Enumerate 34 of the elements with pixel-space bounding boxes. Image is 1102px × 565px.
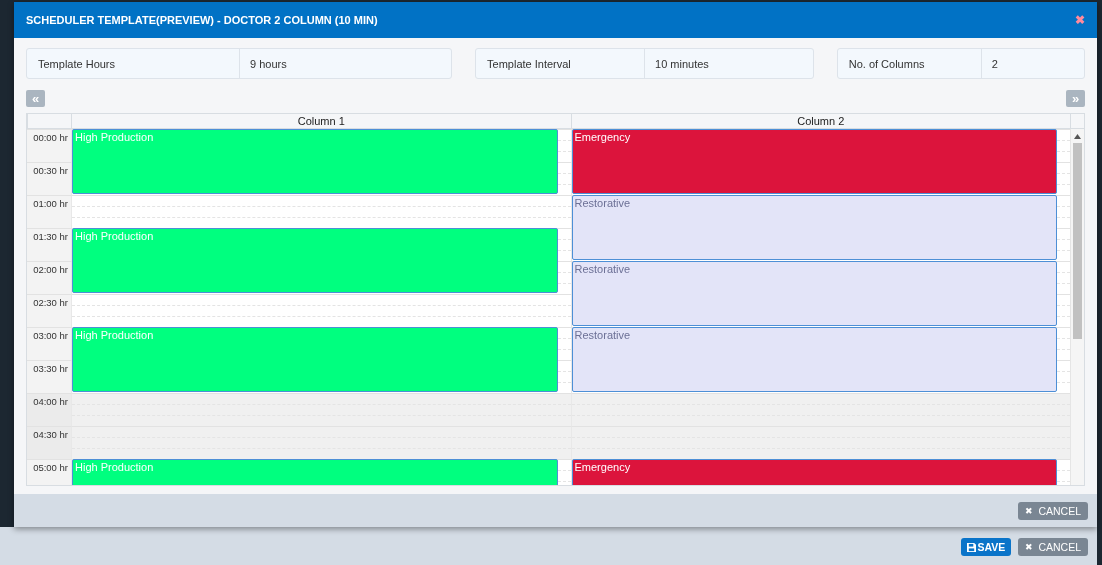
close-button[interactable]: ✖ bbox=[1075, 13, 1085, 27]
info-value: 10 minutes bbox=[654, 56, 710, 72]
appointment-block[interactable]: Restorative bbox=[571, 195, 1057, 260]
info-value: 2 bbox=[990, 56, 999, 72]
cancel-button[interactable]: ✖ CANCEL bbox=[1018, 538, 1088, 556]
appointment-block[interactable]: Restorative bbox=[571, 261, 1057, 326]
info-label: No. of Columns bbox=[837, 49, 982, 78]
save-button[interactable]: SAVE bbox=[960, 538, 1012, 556]
appointment-block[interactable]: Restorative bbox=[571, 327, 1057, 392]
next-button[interactable]: » bbox=[1066, 90, 1085, 107]
time-label: 01:30 hr bbox=[27, 228, 71, 261]
time-label: 04:00 hr bbox=[27, 393, 71, 426]
time-label: 02:30 hr bbox=[27, 294, 71, 327]
time-label: 05:00 hr bbox=[27, 459, 71, 485]
scrollbar-thumb[interactable] bbox=[1073, 143, 1082, 339]
time-label: 00:00 hr bbox=[27, 129, 71, 162]
scrollbar-track[interactable] bbox=[1070, 129, 1084, 485]
time-label: 01:00 hr bbox=[27, 195, 71, 228]
info-label: Template Interval bbox=[476, 49, 646, 78]
cancel-button[interactable]: ✖ CANCEL bbox=[1018, 501, 1088, 520]
time-label: 04:30 hr bbox=[27, 426, 71, 459]
appointment-block[interactable]: Emergency bbox=[571, 129, 1057, 194]
previous-button[interactable]: « bbox=[26, 90, 45, 107]
time-label: 02:00 hr bbox=[27, 261, 71, 294]
column-header: Column 1 bbox=[71, 114, 571, 128]
time-label: 03:00 hr bbox=[27, 327, 71, 360]
dialog-title: SCHEDULER TEMPLATE(PREVIEW) - DOCTOR 2 COLUMN (10 MIN) bbox=[26, 14, 378, 26]
time-label: 00:30 hr bbox=[27, 162, 71, 195]
column-header: Column 2 bbox=[570, 114, 1070, 128]
info-label: Template Hours bbox=[27, 49, 240, 78]
appointment-block[interactable]: Emergency bbox=[571, 459, 1057, 485]
info-value: 9 hours bbox=[249, 56, 288, 72]
time-label: 03:30 hr bbox=[27, 360, 71, 393]
scroll-up-icon[interactable] bbox=[1074, 134, 1081, 139]
